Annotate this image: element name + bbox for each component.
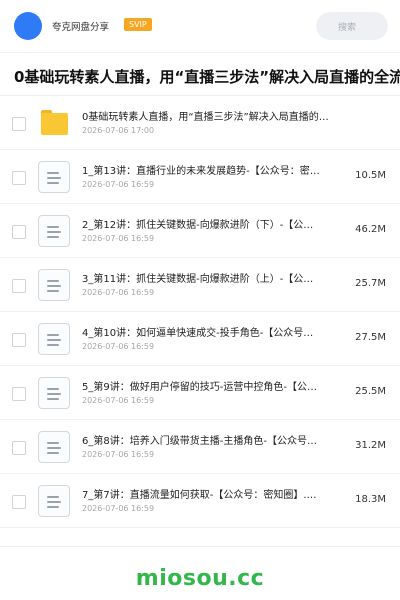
select-checkbox[interactable] (12, 171, 26, 185)
file-name[interactable]: 3_第11讲：抓住关键数据-向爆款进阶（上）-【公… (82, 270, 338, 285)
file-date: 2026-07-06 16:59 (82, 234, 155, 243)
document-icon (38, 215, 70, 247)
file-size: 25.5M (355, 386, 386, 397)
file-name[interactable]: 2_第12讲：抓住关键数据-向爆款进阶（下）-【公… (82, 216, 338, 231)
search-placeholder: 搜索 (338, 23, 357, 33)
select-checkbox[interactable] (12, 279, 26, 293)
select-checkbox[interactable] (12, 333, 26, 347)
file-name[interactable]: 6_第8讲：培养入门级带货主播-主播角色-【公众号… (82, 432, 338, 447)
select-checkbox[interactable] (12, 495, 26, 509)
watermark: miosou.cc (135, 566, 265, 591)
file-row[interactable]: 5_第9讲：做好用户停留的技巧-运营中控角色-【公… 2026-07-06 16:… (0, 366, 400, 420)
select-checkbox[interactable] (12, 117, 26, 131)
file-row[interactable]: 7_第7讲：直播流量如何获取-【公众号：密知圈】.… 2026-07-06 16:… (0, 474, 400, 528)
file-row[interactable]: 2_第12讲：抓住关键数据-向爆款进阶（下）-【公… 2026-07-06 16:… (0, 204, 400, 258)
header: 夸克网盘分享 SVIP 搜索 (0, 0, 400, 52)
file-size: 31.2M (355, 440, 386, 451)
file-date: 2026-07-06 16:59 (82, 450, 155, 459)
select-checkbox[interactable] (12, 387, 26, 401)
file-row[interactable]: 3_第11讲：抓住关键数据-向爆款进阶（上）-【公… 2026-07-06 16:… (0, 258, 400, 312)
folder-icon (38, 107, 70, 139)
file-size: 25.7M (355, 278, 386, 289)
file-name[interactable]: 1_第13讲：直播行业的未来发展趋势-【公众号：密… (82, 162, 338, 177)
document-icon (38, 161, 70, 193)
file-size: 18.3M (355, 494, 386, 505)
footer-divider (0, 546, 400, 547)
document-icon (38, 485, 70, 517)
search-input[interactable]: 搜索 (316, 12, 388, 40)
file-size: 46.2M (355, 224, 386, 235)
file-date: 2026-07-06 16:59 (82, 180, 155, 189)
file-name[interactable]: 4_第10讲：如何逼单快速成交-投手角色-【公众号… (82, 324, 338, 339)
select-checkbox[interactable] (12, 225, 26, 239)
row-divider (0, 527, 400, 528)
page-title: 0基础玩转素人直播，用“直播三步法”解决入局直播的全流 (14, 68, 400, 86)
document-icon (38, 377, 70, 409)
file-row[interactable]: 6_第8讲：培养入门级带货主播-主播角色-【公众号… 2026-07-06 16:… (0, 420, 400, 474)
file-date: 2026-07-06 16:59 (82, 396, 155, 405)
svip-badge: SVIP (124, 18, 152, 31)
document-icon (38, 431, 70, 463)
avatar[interactable] (14, 12, 42, 40)
file-row[interactable]: 0基础玩转素人直播，用“直播三步法”解决入局直播的… 2026-07-06 17:… (0, 96, 400, 150)
file-date: 2026-07-06 16:59 (82, 288, 155, 297)
file-row[interactable]: 1_第13讲：直播行业的未来发展趋势-【公众号：密… 2026-07-06 16:… (0, 150, 400, 204)
file-size: 27.5M (355, 332, 386, 343)
file-name[interactable]: 0基础玩转素人直播，用“直播三步法”解决入局直播的… (82, 108, 354, 123)
file-date: 2026-07-06 17:00 (82, 126, 155, 135)
document-icon (38, 323, 70, 355)
file-row[interactable]: 4_第10讲：如何逼单快速成交-投手角色-【公众号… 2026-07-06 16:… (0, 312, 400, 366)
file-date: 2026-07-06 16:59 (82, 504, 155, 513)
document-icon (38, 269, 70, 301)
file-size: 10.5M (355, 170, 386, 181)
file-date: 2026-07-06 16:59 (82, 342, 155, 351)
file-name[interactable]: 5_第9讲：做好用户停留的技巧-运营中控角色-【公… (82, 378, 338, 393)
file-name[interactable]: 7_第7讲：直播流量如何获取-【公众号：密知圈】.… (82, 486, 338, 501)
header-divider (0, 52, 400, 53)
share-title: 夸克网盘分享 (52, 22, 110, 33)
select-checkbox[interactable] (12, 441, 26, 455)
